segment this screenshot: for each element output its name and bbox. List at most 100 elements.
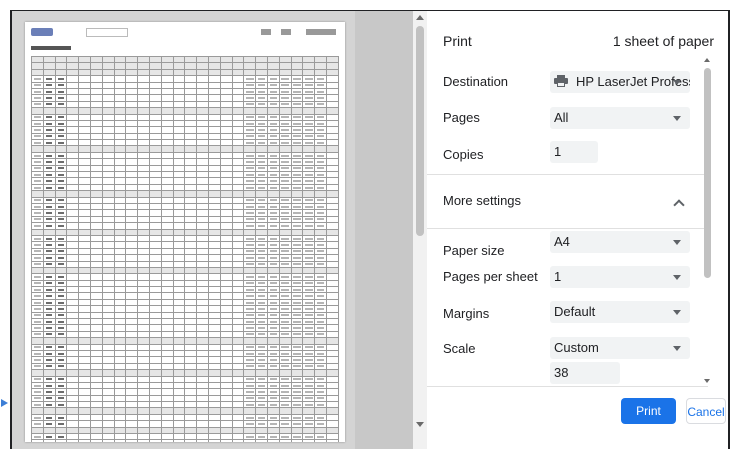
scale-select[interactable]: Custom (550, 337, 690, 359)
paper-size-select[interactable]: A4 (550, 231, 690, 253)
copies-input[interactable]: 1 (550, 141, 598, 163)
sheet-cell-content (316, 199, 325, 202)
scroll-down-arrow-icon[interactable] (704, 379, 710, 383)
sheet-cell-content (269, 320, 278, 323)
sheet-cell-content (33, 288, 42, 291)
sheet-cell-content (245, 403, 254, 406)
cancel-button[interactable]: Cancel (686, 398, 726, 424)
sheet-cell-content (281, 97, 289, 100)
pages-per-sheet-value: 1 (554, 269, 562, 284)
sheet-cell-content (281, 256, 289, 259)
sheet-cell-content (293, 244, 301, 247)
sheet-cell-content (269, 352, 278, 355)
settings-scrollbar[interactable] (703, 41, 712, 387)
preview-scroll-thumb[interactable] (416, 26, 424, 236)
sheet-cell-content (304, 97, 313, 100)
sheet-cell-content (33, 320, 42, 323)
sheet-cell-content (245, 352, 254, 355)
sheet-cell-content (281, 135, 289, 138)
sheet-cell-content (45, 135, 53, 138)
sheet-cell-content (269, 365, 278, 368)
sheet-cell-content (269, 333, 278, 336)
sheet-cell-content (245, 218, 254, 221)
sheet-cell-content (281, 116, 289, 119)
sheet-cell-content (281, 199, 289, 202)
sheet-cell-content (245, 122, 254, 125)
sheet-cell-content (316, 320, 325, 323)
margins-select[interactable]: Default (550, 301, 690, 323)
sheet-cell-content (269, 307, 278, 310)
sheet-cell (231, 439, 245, 442)
sheet-cell-content (57, 154, 65, 157)
sheet-cell-content (269, 84, 278, 87)
page-sheet-title (31, 46, 71, 50)
sheet-cell (31, 439, 44, 442)
sheet-cell-content (281, 77, 289, 80)
sheet-cell-content (304, 244, 313, 247)
sheet-cell-content (245, 199, 254, 202)
sheet-cell-content (45, 180, 53, 183)
sheet-cell-content (316, 397, 325, 400)
sheet-row (31, 439, 340, 442)
sheet-cell-content (304, 288, 313, 291)
sheet-cell-content (33, 378, 42, 381)
sheet-cell-content (316, 186, 325, 189)
sheet-cell-content (257, 103, 266, 106)
sheet-cell-content (316, 218, 325, 221)
preview-margin-band (355, 11, 413, 449)
sheet-cell-content (316, 378, 325, 381)
destination-select[interactable]: HP LaserJet Professic (550, 71, 690, 93)
scroll-down-arrow-icon[interactable] (416, 422, 424, 427)
sheet-cell-content (269, 237, 278, 240)
more-settings-toggle[interactable]: More settings (443, 193, 521, 208)
sheet-cell-content (45, 282, 53, 285)
sheet-cell-content (45, 154, 53, 157)
pages-per-sheet-select[interactable]: 1 (550, 266, 690, 288)
sheet-cell-content (45, 263, 53, 266)
paper-size-label: Paper size (443, 243, 505, 258)
sheet-cell (54, 439, 68, 442)
sheet-cell-content (269, 327, 278, 330)
sheet-cell-content (304, 237, 313, 240)
sheet-cell-content (293, 224, 301, 227)
sheet-cell-content (281, 391, 289, 393)
sheet-cell-content (316, 205, 325, 208)
sheet-cell-content (245, 365, 254, 368)
sheet-cell-content (304, 333, 313, 336)
scroll-up-arrow-icon[interactable] (704, 58, 710, 62)
sheet-cell-content (293, 205, 301, 208)
sheet-cell-content (316, 90, 325, 93)
sheet-cell-content (257, 359, 266, 362)
sheet-cell-content (245, 416, 254, 419)
preview-scrollbar[interactable] (413, 11, 427, 449)
section-divider (427, 228, 708, 229)
sheet-cell-content (304, 416, 313, 419)
sheet-cell-content (257, 84, 266, 87)
sheet-cell-content (281, 205, 289, 208)
settings-scroll-thumb[interactable] (704, 68, 711, 278)
scale-custom-input[interactable]: 38 (550, 362, 620, 384)
sheet-cell-content (33, 180, 42, 183)
chevron-up-icon[interactable] (673, 199, 685, 211)
sheet-cell-content (293, 352, 301, 355)
sheet-cell-content (269, 135, 278, 138)
sheet-cell-content (245, 435, 254, 438)
sheet-cell-content (281, 84, 289, 87)
print-button[interactable]: Print (621, 398, 676, 424)
sheet-cell-content (57, 327, 65, 330)
sheet-cell-content (57, 212, 65, 215)
sheet-cell-content (257, 320, 266, 323)
sheet-cell-content (57, 186, 65, 189)
sheet-cell-content (245, 288, 254, 291)
sheet-cell (207, 439, 221, 442)
sheet-cell-content (269, 199, 278, 202)
scroll-up-arrow-icon[interactable] (416, 15, 424, 20)
sheet-cell-content (245, 244, 254, 247)
sheet-cell-content (45, 314, 53, 317)
sheet-cell-content (245, 333, 254, 336)
sheet-cell-content (269, 90, 278, 93)
sheet-cell-content (304, 103, 313, 106)
sheet-cell-content (269, 212, 278, 215)
pages-select[interactable]: All (550, 107, 690, 129)
sheet-cell-content (316, 327, 325, 330)
